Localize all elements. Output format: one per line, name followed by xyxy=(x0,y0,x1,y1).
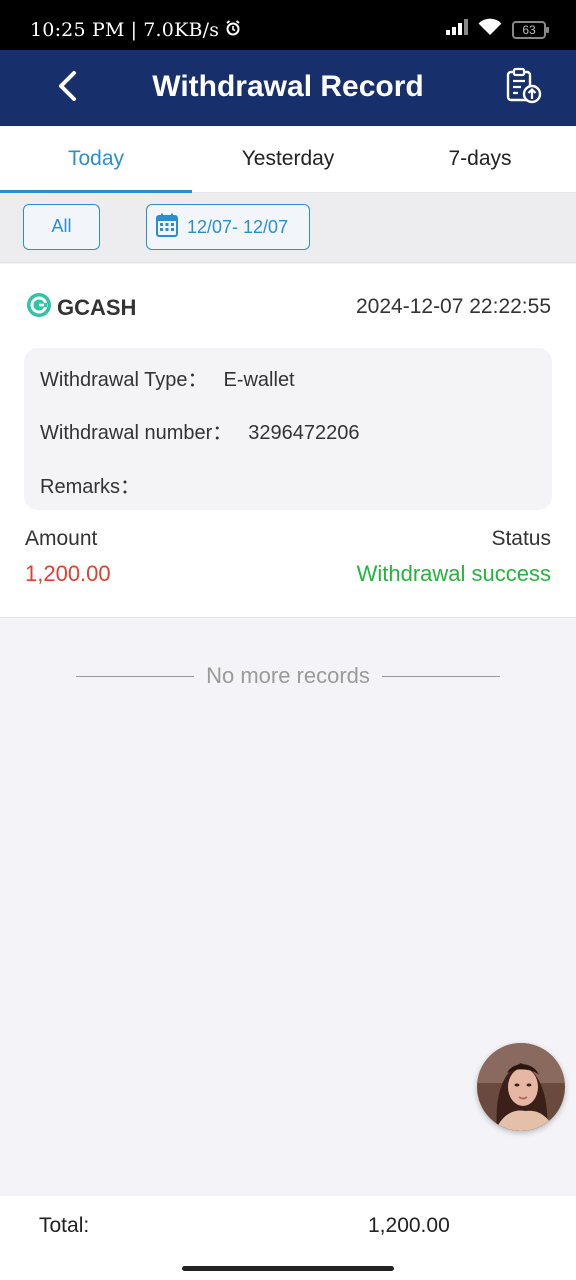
remarks-row: Remarks： xyxy=(40,470,156,499)
date-range-text: 12/07- 12/07 xyxy=(187,216,289,237)
status-value: Withdrawal success xyxy=(356,561,551,586)
brand-name: GCASH xyxy=(57,294,137,320)
withdrawal-number-row: Withdrawal number： 3296472206 xyxy=(40,416,360,445)
network-speed: 7.0KB/s xyxy=(143,19,220,41)
tab-7-days[interactable]: 7-days xyxy=(384,126,576,192)
battery-icon: 63 xyxy=(512,20,549,39)
record-details: Withdrawal Type： E-wallet Withdrawal numb… xyxy=(24,348,552,510)
withdrawal-type-row: Withdrawal Type： E-wallet xyxy=(40,363,295,392)
list-end-indicator: No more records xyxy=(0,660,576,692)
withdrawal-type-label: Withdrawal Type： xyxy=(40,369,208,391)
signal-icon xyxy=(446,19,468,40)
status-separator: | xyxy=(130,19,138,41)
total-label: Total: xyxy=(39,1214,90,1237)
remarks-label: Remarks： xyxy=(40,476,141,498)
filter-all-button[interactable]: All xyxy=(23,204,100,250)
alarm-icon xyxy=(225,19,241,41)
no-more-records-text: No more records xyxy=(206,663,370,688)
page-title: Withdrawal Record xyxy=(152,70,424,103)
gcash-logo-icon xyxy=(26,292,52,323)
avatar-photo xyxy=(477,1043,565,1131)
total-footer: Total: 1,200.00 xyxy=(0,1196,576,1280)
clipboard-upload-icon xyxy=(504,67,544,110)
record-datetime: 2024-12-07 22:22:55 xyxy=(356,295,551,318)
total-value: 1,200.00 xyxy=(368,1214,450,1237)
status-label: Status xyxy=(491,527,551,550)
status-time: 10:25 PM xyxy=(30,19,125,41)
withdrawal-record-card[interactable]: GCASH 2024-12-07 22:22:55 Withdrawal Typ… xyxy=(0,264,576,618)
home-indicator[interactable] xyxy=(182,1266,394,1271)
battery-level: 63 xyxy=(522,22,536,37)
date-tabs: Today Yesterday 7-days xyxy=(0,126,576,193)
tab-yesterday[interactable]: Yesterday xyxy=(192,126,384,192)
amount-value: 1,200.00 xyxy=(25,561,111,586)
withdrawal-type-value: E-wallet xyxy=(223,369,295,391)
filter-bar: All 12/07- 12/07 xyxy=(0,193,576,263)
divider-right xyxy=(381,675,500,677)
divider-left xyxy=(76,675,195,677)
calendar-icon xyxy=(156,213,178,242)
date-range-button[interactable]: 12/07- 12/07 xyxy=(146,204,310,250)
wifi-icon xyxy=(478,18,502,41)
payment-brand: GCASH xyxy=(26,292,136,323)
clipboard-upload-button[interactable] xyxy=(504,66,544,106)
withdrawal-number-value: 3296472206 xyxy=(248,422,360,444)
amount-label: Amount xyxy=(25,527,98,550)
status-right: 63 xyxy=(446,18,549,41)
support-avatar-button[interactable] xyxy=(477,1043,565,1131)
withdrawal-number-label: Withdrawal number： xyxy=(40,422,233,444)
app-header: Withdrawal Record xyxy=(0,50,576,126)
status-bar: 10:25 PM | 7.0KB/s 63 xyxy=(0,0,576,50)
tab-today[interactable]: Today xyxy=(0,126,192,193)
status-left: 10:25 PM | 7.0KB/s xyxy=(30,19,241,41)
